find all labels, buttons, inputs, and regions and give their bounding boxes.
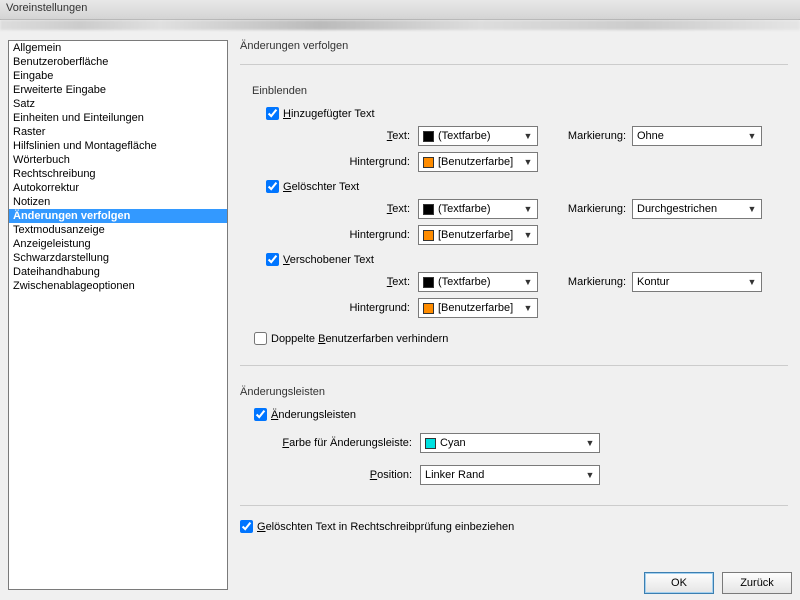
blurred-toolbar-bg bbox=[0, 20, 800, 30]
field-label: Text: bbox=[282, 203, 412, 215]
sidebar-item[interactable]: Erweiterte Eingabe bbox=[9, 83, 227, 97]
sidebar-item[interactable]: Hilfslinien und Montagefläche bbox=[9, 139, 227, 153]
sidebar-item[interactable]: Autokorrektur bbox=[9, 181, 227, 195]
window-title: Voreinstellungen bbox=[0, 0, 800, 20]
changebar-color-combo[interactable]: Cyan ▼ bbox=[420, 433, 600, 453]
prevent-duplicate-colors-checkbox[interactable] bbox=[254, 332, 267, 345]
color-swatch bbox=[423, 303, 434, 314]
color-combo[interactable]: [Benutzerfarbe]▼ bbox=[418, 152, 538, 172]
spellcheck-deleted-checkbox[interactable] bbox=[240, 520, 253, 533]
chevron-down-icon: ▼ bbox=[521, 157, 535, 167]
color-swatch bbox=[423, 157, 434, 168]
sidebar-item[interactable]: Satz bbox=[9, 97, 227, 111]
changebar-position-label: Position: bbox=[254, 469, 414, 481]
chevron-down-icon: ▼ bbox=[583, 470, 597, 480]
panel-title: Änderungen verfolgen bbox=[240, 40, 788, 52]
aenderungsleisten-heading: Änderungsleisten bbox=[240, 386, 788, 398]
mark-combo[interactable]: Durchgestrichen▼ bbox=[632, 199, 762, 219]
color-combo[interactable]: (Textfarbe)▼ bbox=[418, 126, 538, 146]
color-combo[interactable]: [Benutzerfarbe]▼ bbox=[418, 225, 538, 245]
mark-combo[interactable]: Kontur▼ bbox=[632, 272, 762, 292]
sidebar-item[interactable]: Rechtschreibung bbox=[9, 167, 227, 181]
field-label: Text: bbox=[282, 276, 412, 288]
sidebar-item[interactable]: Änderungen verfolgen bbox=[9, 209, 227, 223]
back-button[interactable]: Zurück bbox=[722, 572, 792, 594]
sidebar-item[interactable]: Textmodusanzeige bbox=[9, 223, 227, 237]
field-label: Text: bbox=[282, 130, 412, 142]
sidebar-item[interactable]: Zwischenablageoptionen bbox=[9, 279, 227, 293]
group-check-label: Hinzugefügter Text bbox=[283, 108, 375, 120]
group-checkbox[interactable] bbox=[266, 107, 279, 120]
field-label: Hintergrund: bbox=[282, 229, 412, 241]
chevron-down-icon: ▼ bbox=[745, 131, 759, 141]
color-swatch bbox=[423, 277, 434, 288]
mark-label: Markierung: bbox=[556, 276, 628, 288]
sidebar-item[interactable]: Einheiten und Einteilungen bbox=[9, 111, 227, 125]
einblenden-heading: Einblenden bbox=[252, 85, 788, 97]
field-label: Hintergrund: bbox=[282, 302, 412, 314]
group-checkbox[interactable] bbox=[266, 180, 279, 193]
field-label: Hintergrund: bbox=[282, 156, 412, 168]
changebar-color-label: Farbe für Änderungsleiste: bbox=[254, 437, 414, 449]
color-swatch bbox=[423, 230, 434, 241]
sidebar-item[interactable]: Schwarzdarstellung bbox=[9, 251, 227, 265]
chevron-down-icon: ▼ bbox=[745, 204, 759, 214]
sidebar-item[interactable]: Benutzeroberfläche bbox=[9, 55, 227, 69]
prevent-duplicate-colors-label: Doppelte Benutzerfarben verhindern bbox=[271, 333, 448, 345]
chevron-down-icon: ▼ bbox=[521, 204, 535, 214]
color-combo[interactable]: (Textfarbe)▼ bbox=[418, 199, 538, 219]
sidebar-item[interactable]: Anzeigeleistung bbox=[9, 237, 227, 251]
group-check-label: Verschobener Text bbox=[283, 254, 374, 266]
mark-label: Markierung: bbox=[556, 130, 628, 142]
swatch-cyan bbox=[425, 438, 436, 449]
sidebar-item[interactable]: Notizen bbox=[9, 195, 227, 209]
mark-label: Markierung: bbox=[556, 203, 628, 215]
changebars-checkbox[interactable] bbox=[254, 408, 267, 421]
color-swatch bbox=[423, 204, 434, 215]
ok-button[interactable]: OK bbox=[644, 572, 714, 594]
chevron-down-icon: ▼ bbox=[583, 438, 597, 448]
mark-combo[interactable]: Ohne▼ bbox=[632, 126, 762, 146]
chevron-down-icon: ▼ bbox=[521, 131, 535, 141]
changebars-label: Änderungsleisten bbox=[271, 409, 356, 421]
chevron-down-icon: ▼ bbox=[521, 303, 535, 313]
chevron-down-icon: ▼ bbox=[745, 277, 759, 287]
sidebar-item[interactable]: Raster bbox=[9, 125, 227, 139]
changebar-position-combo[interactable]: Linker Rand ▼ bbox=[420, 465, 600, 485]
sidebar-item[interactable]: Allgemein bbox=[9, 41, 227, 55]
chevron-down-icon: ▼ bbox=[521, 230, 535, 240]
spellcheck-deleted-label: Gelöschten Text in Rechtschreibprüfung e… bbox=[257, 521, 514, 533]
category-sidebar[interactable]: AllgemeinBenutzeroberflächeEingabeErweit… bbox=[8, 40, 228, 590]
color-combo[interactable]: [Benutzerfarbe]▼ bbox=[418, 298, 538, 318]
sidebar-item[interactable]: Eingabe bbox=[9, 69, 227, 83]
group-checkbox[interactable] bbox=[266, 253, 279, 266]
color-combo[interactable]: (Textfarbe)▼ bbox=[418, 272, 538, 292]
chevron-down-icon: ▼ bbox=[521, 277, 535, 287]
color-swatch bbox=[423, 131, 434, 142]
group-check-label: Gelöschter Text bbox=[283, 181, 359, 193]
sidebar-item[interactable]: Dateihandhabung bbox=[9, 265, 227, 279]
sidebar-item[interactable]: Wörterbuch bbox=[9, 153, 227, 167]
